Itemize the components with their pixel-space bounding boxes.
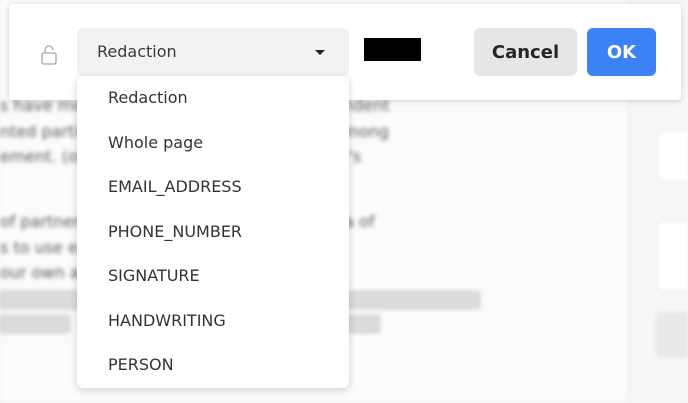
- background-card: [656, 312, 688, 358]
- unlock-icon[interactable]: [40, 44, 58, 66]
- dropdown-option-email-address[interactable]: EMAIL_ADDRESS: [108, 177, 242, 196]
- redaction-type-selected-value: Redaction: [97, 42, 177, 61]
- caret-down-icon: [315, 50, 325, 55]
- dropdown-option-phone-number[interactable]: PHONE_NUMBER: [108, 222, 242, 241]
- dropdown-option-whole-page[interactable]: Whole page: [108, 133, 203, 152]
- background-card: [656, 130, 688, 182]
- redaction-type-select[interactable]: Redaction: [77, 28, 349, 76]
- background-card: [656, 220, 688, 292]
- dropdown-option-person[interactable]: PERSON: [108, 355, 174, 374]
- dropdown-option-signature[interactable]: SIGNATURE: [108, 266, 200, 285]
- ok-button[interactable]: OK: [587, 28, 656, 76]
- dropdown-option-handwriting[interactable]: HANDWRITING: [108, 311, 226, 330]
- cancel-button[interactable]: Cancel: [474, 28, 577, 76]
- redaction-type-dropdown-menu: Redaction Whole page EMAIL_ADDRESS PHONE…: [77, 76, 349, 388]
- fill-color-swatch[interactable]: [364, 38, 421, 61]
- dropdown-option-redaction[interactable]: Redaction: [108, 88, 188, 107]
